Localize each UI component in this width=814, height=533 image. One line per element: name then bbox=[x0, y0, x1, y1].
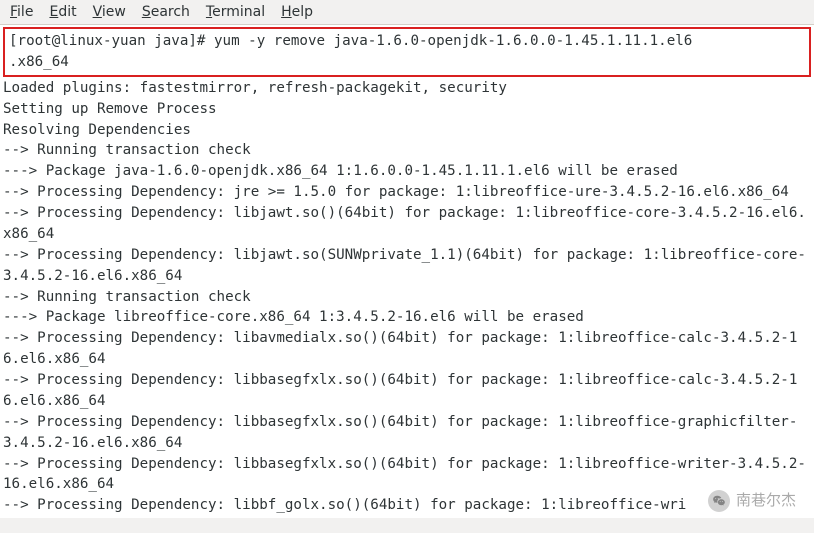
terminal-content[interactable]: [root@linux-yuan java]# yum -y remove ja… bbox=[0, 25, 814, 518]
watermark-text: 南巷尔杰 bbox=[736, 490, 796, 512]
menu-search[interactable]: Search bbox=[142, 4, 190, 20]
terminal-output-line: --> Running transaction check bbox=[3, 140, 811, 161]
terminal-output-line: --> Processing Dependency: libavmedialx.… bbox=[3, 328, 811, 370]
menu-file[interactable]: File bbox=[10, 4, 33, 20]
menu-terminal[interactable]: Terminal bbox=[206, 4, 265, 20]
wechat-icon bbox=[708, 490, 730, 512]
terminal-output-line: --> Running transaction check bbox=[3, 287, 811, 308]
terminal-output-line: ---> Package libreoffice-core.x86_64 1:3… bbox=[3, 307, 811, 328]
terminal-output-line: --> Processing Dependency: jre >= 1.5.0 … bbox=[3, 182, 811, 203]
menu-help[interactable]: Help bbox=[281, 4, 313, 20]
menu-view[interactable]: View bbox=[93, 4, 126, 20]
command-line: [root@linux-yuan java]# yum -y remove ja… bbox=[9, 31, 805, 52]
terminal-output-line: Resolving Dependencies bbox=[3, 120, 811, 141]
terminal-output-line: --> Processing Dependency: libjawt.so()(… bbox=[3, 203, 811, 245]
menu-bar: File Edit View Search Terminal Help bbox=[0, 0, 814, 25]
command-highlight-box: [root@linux-yuan java]# yum -y remove ja… bbox=[3, 27, 811, 77]
terminal-output-line: ---> Package java-1.6.0-openjdk.x86_64 1… bbox=[3, 161, 811, 182]
terminal-output-line: Setting up Remove Process bbox=[3, 99, 811, 120]
terminal-output-line: --> Processing Dependency: libbasegfxlx.… bbox=[3, 370, 811, 412]
terminal-output-line: --> Processing Dependency: libbf_golx.so… bbox=[3, 495, 811, 516]
terminal-output-line: Loaded plugins: fastestmirror, refresh-p… bbox=[3, 78, 811, 99]
terminal-output-line: --> Processing Dependency: libbasegfxlx.… bbox=[3, 412, 811, 454]
terminal-output-line: --> Processing Dependency: libjawt.so(SU… bbox=[3, 245, 811, 287]
command-line: .x86_64 bbox=[9, 52, 805, 73]
terminal-output-line: --> Processing Dependency: libbasegfxlx.… bbox=[3, 454, 811, 496]
watermark: 南巷尔杰 bbox=[708, 490, 796, 512]
menu-edit[interactable]: Edit bbox=[49, 4, 76, 20]
